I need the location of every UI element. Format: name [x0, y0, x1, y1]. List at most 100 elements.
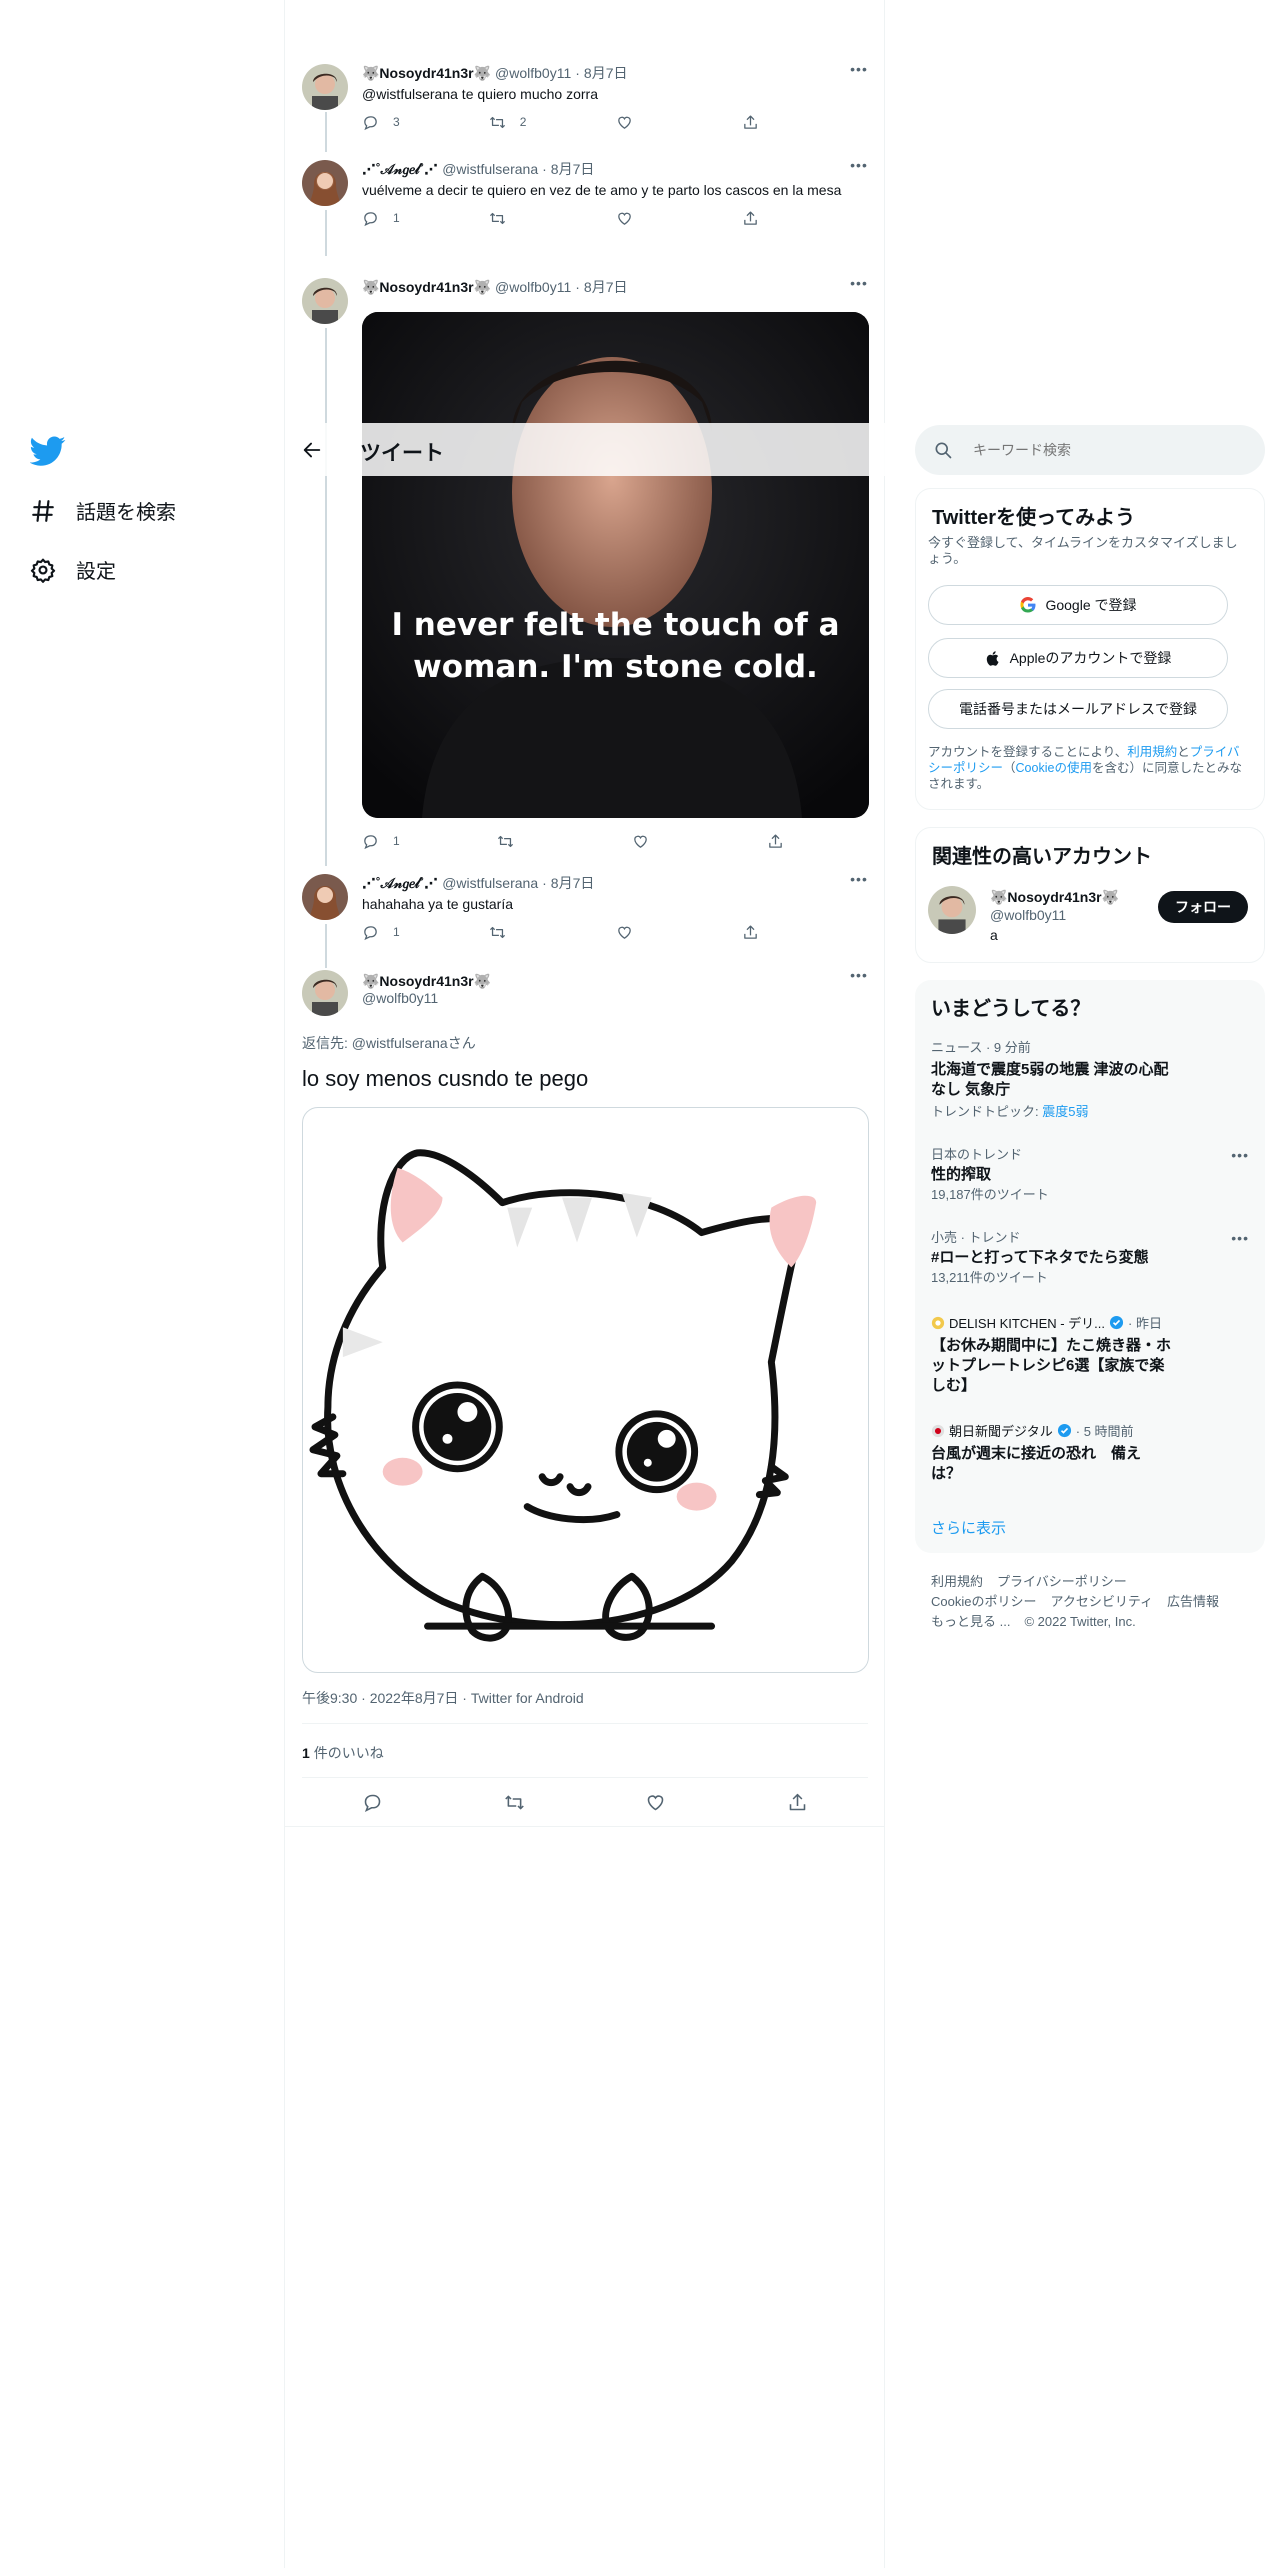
share-button[interactable]	[742, 924, 869, 941]
reply-button[interactable]: 3	[362, 114, 489, 131]
footer-terms-link[interactable]: 利用規約	[931, 1572, 983, 1592]
like-button[interactable]	[632, 833, 767, 850]
follow-button[interactable]: フォロー	[1158, 891, 1248, 923]
show-more-link[interactable]: さらに表示	[931, 1517, 1006, 1538]
footer-accessibility-link[interactable]: アクセシビリティ	[1050, 1592, 1153, 1612]
author-handle[interactable]: @wolfb0y11	[362, 990, 869, 1006]
google-signup-button[interactable]: Google で登録	[928, 585, 1228, 625]
reply-count: 1	[393, 834, 400, 848]
news-source: DELISH KITCHEN - デリ...	[949, 1316, 1106, 1331]
author-name[interactable]: ⋰˚𝒜𝓃𝑔𝑒𝓁˚⋰	[362, 160, 438, 178]
separator-dot: ·	[542, 161, 547, 177]
share-icon[interactable]	[787, 1792, 808, 1813]
avatar[interactable]	[302, 874, 348, 920]
avatar[interactable]	[302, 970, 348, 1016]
account-name[interactable]: 🐺Nosoydr41n3r🐺	[990, 888, 1119, 906]
cookie-link[interactable]: Cookieの使用	[1016, 761, 1092, 775]
share-button[interactable]	[742, 210, 869, 227]
more-options-icon[interactable]: •••	[849, 276, 869, 296]
author-handle[interactable]: @wistfulserana	[442, 160, 538, 178]
account-handle[interactable]: @wolfb0y11	[990, 906, 1119, 924]
nav-settings-label: 設定	[76, 561, 116, 583]
tweet-time[interactable]: 8月7日	[551, 160, 595, 178]
tweet-image-meme[interactable]: I never felt the touch of a woman. I'm s…	[362, 312, 869, 818]
avatar[interactable]	[928, 886, 976, 934]
news-item[interactable]: DELISH KITCHEN - デリ... · 昨日 【お休み期間中に】たこ焼…	[931, 1313, 1249, 1396]
footer-privacy-link[interactable]: プライバシーポリシー	[997, 1572, 1127, 1592]
terms-text: アカウントを登録することにより、	[928, 745, 1128, 759]
thread-tweet[interactable]: ⋰˚𝒜𝓃𝑔𝑒𝓁˚⋰ @wistfulserana · 8月7日 ••• haha…	[285, 872, 885, 954]
more-options-icon[interactable]: •••	[849, 968, 869, 988]
reply-icon[interactable]	[362, 1792, 383, 1813]
trend-meta: 小売 · トレンド	[931, 1230, 1021, 1245]
trend-item[interactable]: 小売 · トレンド #ローと打って下ネタでたら変態 13,211件のツイート •…	[931, 1230, 1249, 1286]
author-name[interactable]: 🐺Nosoydr41n3r🐺	[362, 278, 491, 296]
reply-button[interactable]: 1	[362, 924, 489, 941]
trend-item[interactable]: 日本のトレンド 性的搾取 19,187件のツイート •••	[931, 1147, 1249, 1203]
thread-tweet[interactable]: 🐺Nosoydr41n3r🐺 @wolfb0y11 · 8月7日 ••• @wi…	[285, 62, 885, 144]
like-stats[interactable]: 1 件のいいね	[302, 1743, 384, 1763]
retweet-button[interactable]	[489, 210, 616, 227]
author-name[interactable]: 🐺Nosoydr41n3r🐺	[362, 973, 869, 990]
more-options-icon[interactable]: •••	[849, 158, 869, 178]
news-source-row: 朝日新聞デジタル · 5 時間前	[931, 1421, 1249, 1440]
footer-more-link[interactable]: もっと見る ...	[931, 1612, 1010, 1632]
twitter-logo-icon[interactable]	[30, 433, 66, 469]
reply-to-handle[interactable]: @wistfulserana	[352, 1035, 448, 1051]
page-header: ツイート	[285, 423, 885, 476]
trend-topic-link[interactable]: 震度5弱	[1042, 1104, 1088, 1119]
heart-icon[interactable]	[645, 1792, 666, 1813]
retweet-button[interactable]	[497, 833, 632, 850]
share-button[interactable]	[742, 114, 869, 131]
nav-explore[interactable]: 話題を検索	[30, 496, 176, 525]
retweet-button[interactable]: 2	[489, 114, 616, 131]
more-options-icon[interactable]: •••	[849, 62, 869, 82]
focused-tweet-actions	[302, 1790, 868, 1814]
trend-meta: 日本のトレンド	[931, 1147, 1023, 1162]
search-input[interactable]	[973, 442, 1233, 458]
trend-item[interactable]: ニュース · 9 分前 北海道で震度5弱の地震 津波の心配なし 気象庁 トレンド…	[931, 1040, 1249, 1120]
retweet-icon[interactable]	[504, 1792, 525, 1813]
tweet-time[interactable]: 8月7日	[551, 874, 595, 892]
heart-icon	[617, 212, 631, 225]
account-bio: a	[990, 927, 998, 943]
footer-cookies-link[interactable]: Cookieのポリシー	[931, 1592, 1036, 1612]
author-name[interactable]: 🐺Nosoydr41n3r🐺	[362, 64, 491, 82]
reply-icon	[364, 925, 377, 940]
author-handle[interactable]: @wolfb0y11	[495, 278, 571, 296]
avatar[interactable]	[302, 160, 348, 206]
nav-explore-label: 話題を検索	[76, 502, 176, 524]
reply-count: 3	[393, 115, 400, 129]
left-navigation: 話題を検索 設定	[0, 0, 285, 2568]
more-options-icon[interactable]: •••	[1231, 1147, 1249, 1163]
tweet-time[interactable]: 8月7日	[584, 64, 628, 82]
search-bar[interactable]	[915, 425, 1265, 475]
footer-links: 利用規約 プライバシーポリシー Cookieのポリシー アクセシビリティ 広告情報 も…	[931, 1572, 1251, 1632]
apple-signup-button[interactable]: Appleのアカウントで登録	[928, 638, 1228, 678]
news-item[interactable]: 朝日新聞デジタル · 5 時間前 台風が週末に接近の恐れ 備えは？	[931, 1421, 1249, 1484]
like-button[interactable]	[616, 114, 743, 131]
footer-ads-link[interactable]: 広告情報	[1167, 1592, 1219, 1612]
nav-settings[interactable]: 設定	[30, 555, 116, 584]
retweet-button[interactable]	[489, 924, 616, 941]
share-button[interactable]	[767, 833, 902, 850]
reply-button[interactable]: 1	[362, 833, 497, 850]
tweet-image-cat[interactable]	[302, 1107, 869, 1673]
tweet-time[interactable]: 8月7日	[584, 278, 628, 296]
author-handle[interactable]: @wistfulserana	[442, 874, 538, 892]
author-handle[interactable]: @wolfb0y11	[495, 64, 571, 82]
author-name[interactable]: ⋰˚𝒜𝓃𝑔𝑒𝓁˚⋰	[362, 874, 438, 892]
avatar[interactable]	[302, 64, 348, 110]
like-button[interactable]	[616, 210, 743, 227]
avatar[interactable]	[302, 278, 348, 324]
terms-link[interactable]: 利用規約	[1127, 745, 1177, 759]
more-options-icon[interactable]: •••	[849, 872, 869, 892]
tweet-timestamp[interactable]: 午後9:30 · 2022年8月7日 · Twitter for Android	[302, 1688, 584, 1708]
like-button[interactable]	[616, 924, 743, 941]
back-arrow-icon[interactable]	[301, 439, 323, 461]
thread-tweet[interactable]: ⋰˚𝒜𝓃𝑔𝑒𝓁˚⋰ @wistfulserana · 8月7日 ••• vuél…	[285, 158, 885, 260]
relevant-account-info[interactable]: 🐺Nosoydr41n3r🐺 @wolfb0y11 a	[990, 888, 1119, 944]
more-options-icon[interactable]: •••	[1231, 1230, 1249, 1246]
phone-email-signup-button[interactable]: 電話番号またはメールアドレスで登録	[928, 689, 1228, 729]
reply-button[interactable]: 1	[362, 210, 489, 227]
